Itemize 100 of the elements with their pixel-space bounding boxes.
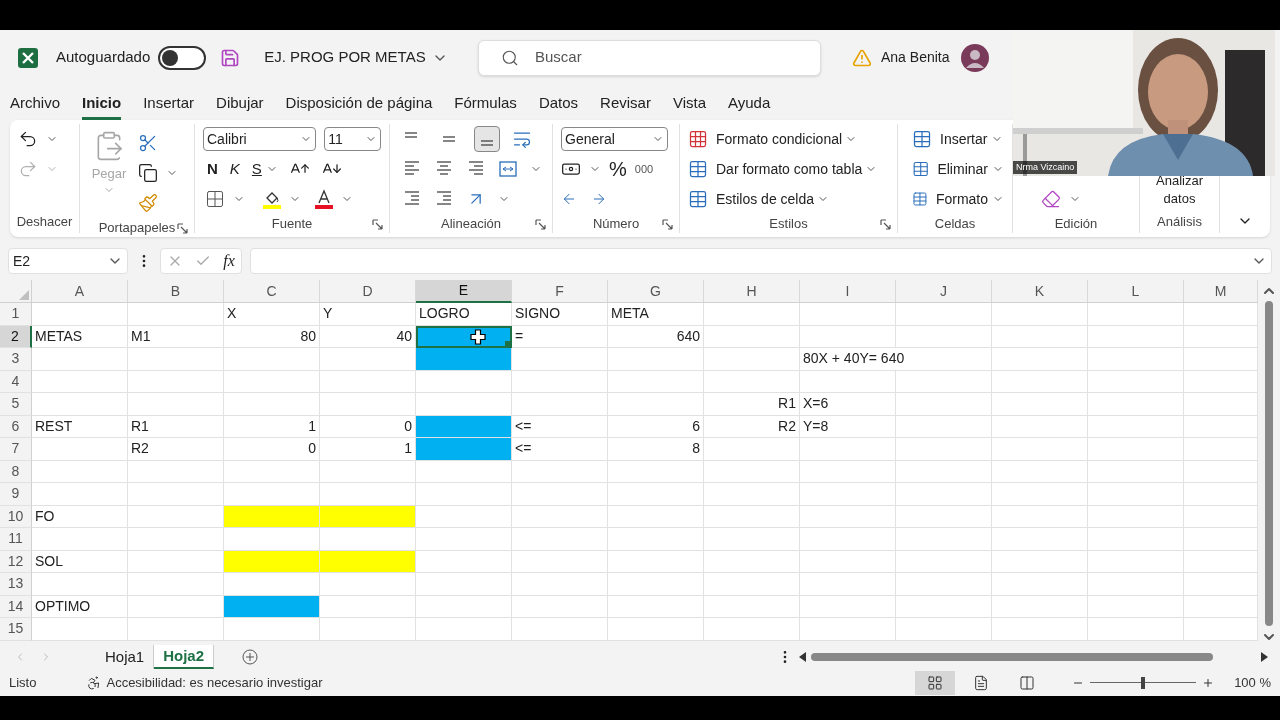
document-title[interactable]: EJ. PROG POR METAS: [264, 46, 448, 69]
table-cell: 80X + 40Y= 640: [800, 348, 992, 371]
cells-menu-button[interactable]: Insertar: [940, 128, 1004, 150]
zoom-slider-thumb[interactable]: [1141, 676, 1146, 689]
dialog-launcher-icon[interactable]: [880, 219, 891, 230]
number-format-field[interactable]: General: [561, 127, 668, 151]
menu-tab[interactable]: Revisar: [600, 90, 651, 120]
redo-icon[interactable]: [18, 159, 38, 179]
menu-tab[interactable]: Fórmulas: [454, 90, 517, 120]
styles-menu-button[interactable]: Formato condicional: [716, 128, 858, 150]
column-header[interactable]: E: [416, 280, 512, 303]
group-label: Celdas: [934, 215, 976, 233]
columns-icon: [1019, 674, 1036, 691]
table-icon: [912, 129, 932, 149]
avatar[interactable]: [960, 43, 989, 72]
add-sheet-icon[interactable]: [242, 649, 259, 665]
name-box[interactable]: E2: [8, 248, 128, 274]
styles-menu-button[interactable]: Estilos de celda: [716, 188, 830, 210]
font-name-field[interactable]: Calibri: [203, 127, 317, 151]
menu-tab[interactable]: Vista: [672, 90, 706, 120]
user-name[interactable]: Ana Benita: [881, 47, 950, 68]
row-header[interactable]: 6: [0, 415, 32, 438]
table-icon: [688, 159, 708, 179]
zoom-in-icon[interactable]: [1202, 676, 1215, 689]
fill-handle[interactable]: [505, 341, 510, 346]
zoom-slider[interactable]: [1090, 676, 1197, 689]
accessibility-status[interactable]: Accesibilidad: es necesario investigar: [86, 672, 323, 693]
dialog-launcher-icon[interactable]: [535, 219, 546, 230]
vertical-scrollbar-thumb[interactable]: [1265, 301, 1273, 626]
row-header[interactable]: 1: [0, 303, 32, 326]
sheet-tab[interactable]: Hoja2: [154, 645, 215, 669]
row-header[interactable]: 7: [0, 438, 32, 461]
grid-icon: [688, 129, 708, 149]
save-icon[interactable]: [220, 47, 241, 68]
grid-icon: [927, 674, 944, 691]
eraser-icon[interactable]: [1041, 189, 1061, 209]
row-header[interactable]: 15: [0, 618, 32, 641]
cells-menu-button[interactable]: Eliminar: [937, 158, 1004, 180]
zoom-level[interactable]: 100 %: [1234, 672, 1271, 693]
undo-icon[interactable]: [18, 129, 38, 149]
group-label: Edición: [1054, 215, 1098, 233]
menu-tab[interactable]: Archivo: [10, 90, 61, 120]
analyze-data-button[interactable]: Analizar datos: [1148, 172, 1211, 208]
row-header[interactable]: 14: [0, 595, 32, 618]
merge-cells-icon[interactable]: [498, 159, 518, 179]
page-icon: [973, 674, 990, 691]
row-header[interactable]: 12: [0, 550, 32, 573]
view-button[interactable]: [915, 670, 956, 695]
search-field[interactable]: Buscar: [478, 39, 821, 76]
row-header[interactable]: 8: [0, 460, 32, 483]
row-header[interactable]: 11: [0, 528, 32, 551]
insert-function-button[interactable]: fx: [223, 249, 235, 273]
table-cell: X=6: [800, 393, 896, 416]
paintbrush-icon[interactable]: [138, 193, 158, 213]
percent-button[interactable]: %: [609, 154, 627, 184]
spreadsheet-app-icon: [18, 47, 38, 68]
styles-menu-button[interactable]: Dar formato como tabla: [716, 158, 878, 180]
table-cell: R2: [128, 438, 224, 461]
row-header[interactable]: 3: [0, 348, 32, 371]
group-label: Fuente: [271, 215, 313, 233]
borders-icon[interactable]: [205, 189, 225, 209]
underline-button[interactable]: S: [251, 157, 262, 181]
row-header[interactable]: 4: [0, 370, 32, 393]
table-cell: R1: [704, 393, 800, 416]
table-icon: [688, 189, 708, 209]
scissors-icon[interactable]: [138, 133, 158, 153]
bold-button[interactable]: N: [207, 157, 218, 181]
menu-tab[interactable]: Datos: [538, 90, 579, 120]
italic-button[interactable]: K: [229, 157, 240, 181]
row-header[interactable]: 2: [0, 325, 32, 348]
table-icon: [912, 159, 930, 179]
font-color-icon[interactable]: [315, 189, 333, 209]
table-cell: 8: [608, 438, 704, 461]
cursor-icon: [470, 328, 486, 345]
menu-tab[interactable]: Dibujar: [216, 90, 264, 120]
table-cell: 0: [224, 438, 320, 461]
row-header[interactable]: 9: [0, 483, 32, 506]
menu-tab[interactable]: Disposición de página: [285, 90, 433, 120]
copy-icon[interactable]: [138, 163, 158, 183]
autosave-toggle[interactable]: [158, 45, 207, 70]
menu-tab[interactable]: Ayuda: [728, 90, 771, 120]
row-header[interactable]: 5: [0, 393, 32, 416]
table-cell: LOGRO: [416, 303, 512, 326]
table-cell: X: [224, 303, 320, 326]
dialog-launcher-icon[interactable]: [177, 223, 188, 234]
cells-menu-button[interactable]: Formato: [935, 188, 1004, 210]
row-header[interactable]: 10: [0, 505, 32, 528]
group-label: Estilos: [769, 215, 808, 233]
group-label: Portapapeles: [98, 219, 176, 237]
dialog-launcher-icon[interactable]: [372, 219, 383, 230]
thousands-button[interactable]: 000: [634, 160, 654, 178]
row-header[interactable]: 13: [0, 573, 32, 596]
group-label: Deshacer: [16, 213, 73, 232]
formula-input[interactable]: [250, 248, 1272, 274]
table-cell: META: [608, 303, 704, 326]
dialog-launcher-icon[interactable]: [662, 219, 673, 230]
font-size-field[interactable]: 11: [324, 127, 381, 151]
warning-icon[interactable]: [852, 47, 872, 68]
menu-tab[interactable]: Insertar: [143, 90, 195, 120]
group-label: Alineación: [441, 215, 501, 233]
